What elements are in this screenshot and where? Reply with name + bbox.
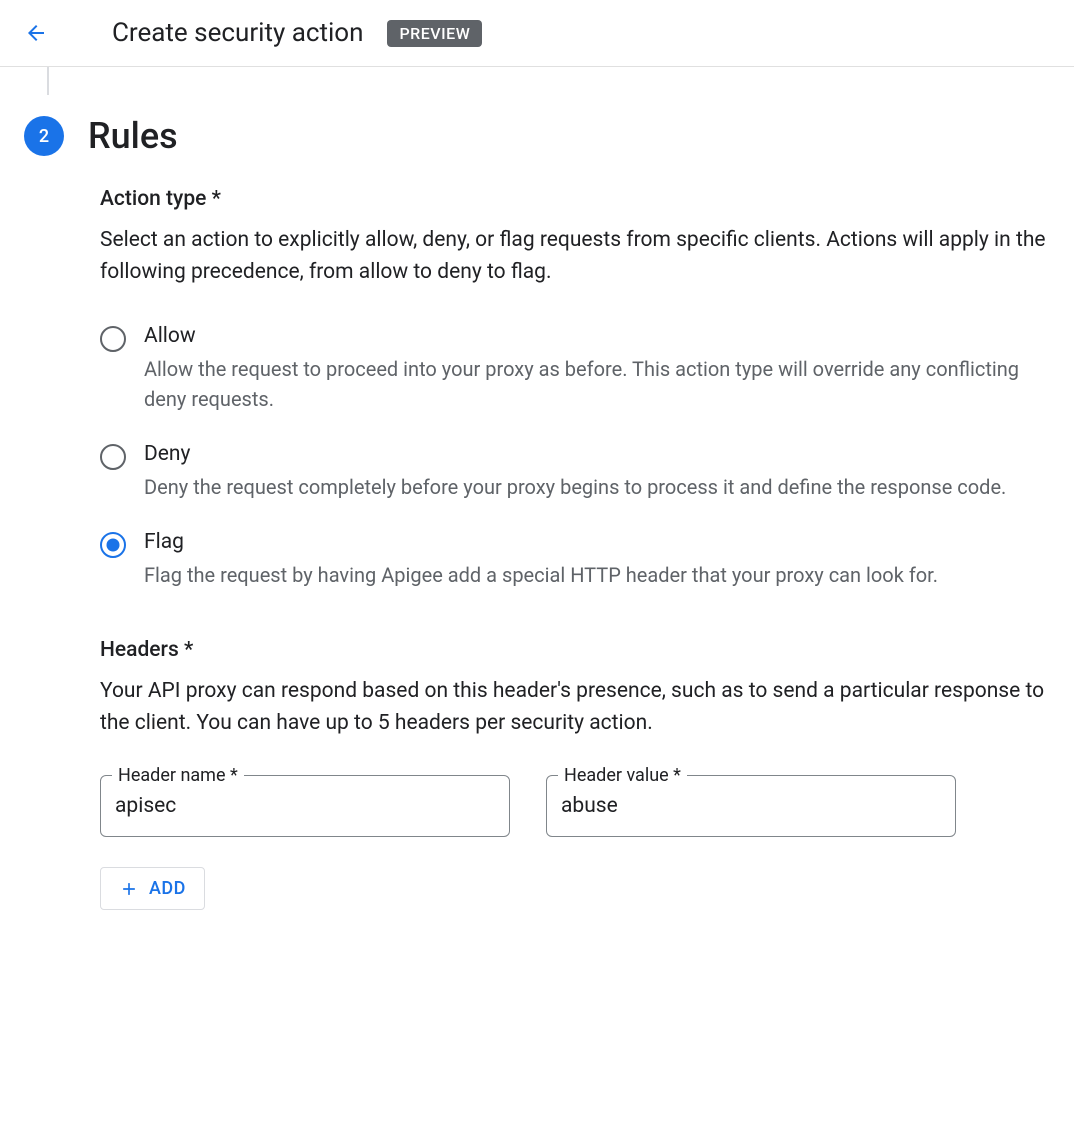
action-type-description: Select an action to explicitly allow, de… — [100, 225, 1050, 288]
radio-option-allow[interactable]: Allow Allow the request to proceed into … — [100, 324, 1050, 414]
header-row: Header name * Header value * — [100, 775, 1050, 837]
back-button[interactable] — [24, 21, 48, 45]
radio-label: Flag — [144, 530, 1050, 554]
add-header-button[interactable]: ADD — [100, 867, 205, 910]
action-type-radio-group: Allow Allow the request to proceed into … — [100, 324, 1050, 590]
radio-description: Deny the request completely before your … — [144, 472, 1050, 502]
plus-icon — [119, 879, 139, 899]
step-title: Rules — [88, 115, 178, 157]
radio-description: Flag the request by having Apigee add a … — [144, 560, 1050, 590]
radio-label: Deny — [144, 442, 1050, 466]
page-title: Create security action — [112, 18, 363, 48]
step-number-badge: 2 — [24, 116, 64, 156]
header-name-label: Header name * — [112, 765, 244, 786]
radio-option-flag[interactable]: Flag Flag the request by having Apigee a… — [100, 530, 1050, 590]
arrow-left-icon — [24, 17, 48, 49]
add-button-label: ADD — [149, 878, 186, 899]
radio-icon — [100, 532, 126, 558]
preview-badge: PREVIEW — [387, 20, 482, 47]
radio-option-deny[interactable]: Deny Deny the request completely before … — [100, 442, 1050, 502]
header-value-label: Header value * — [558, 765, 687, 786]
radio-label: Allow — [144, 324, 1050, 348]
headers-description: Your API proxy can respond based on this… — [100, 676, 1050, 739]
radio-icon — [100, 326, 126, 352]
action-type-label: Action type * — [100, 187, 1050, 211]
headers-label: Headers * — [100, 638, 1050, 662]
step-connector — [47, 67, 49, 95]
radio-icon — [100, 444, 126, 470]
radio-description: Allow the request to proceed into your p… — [144, 354, 1050, 414]
